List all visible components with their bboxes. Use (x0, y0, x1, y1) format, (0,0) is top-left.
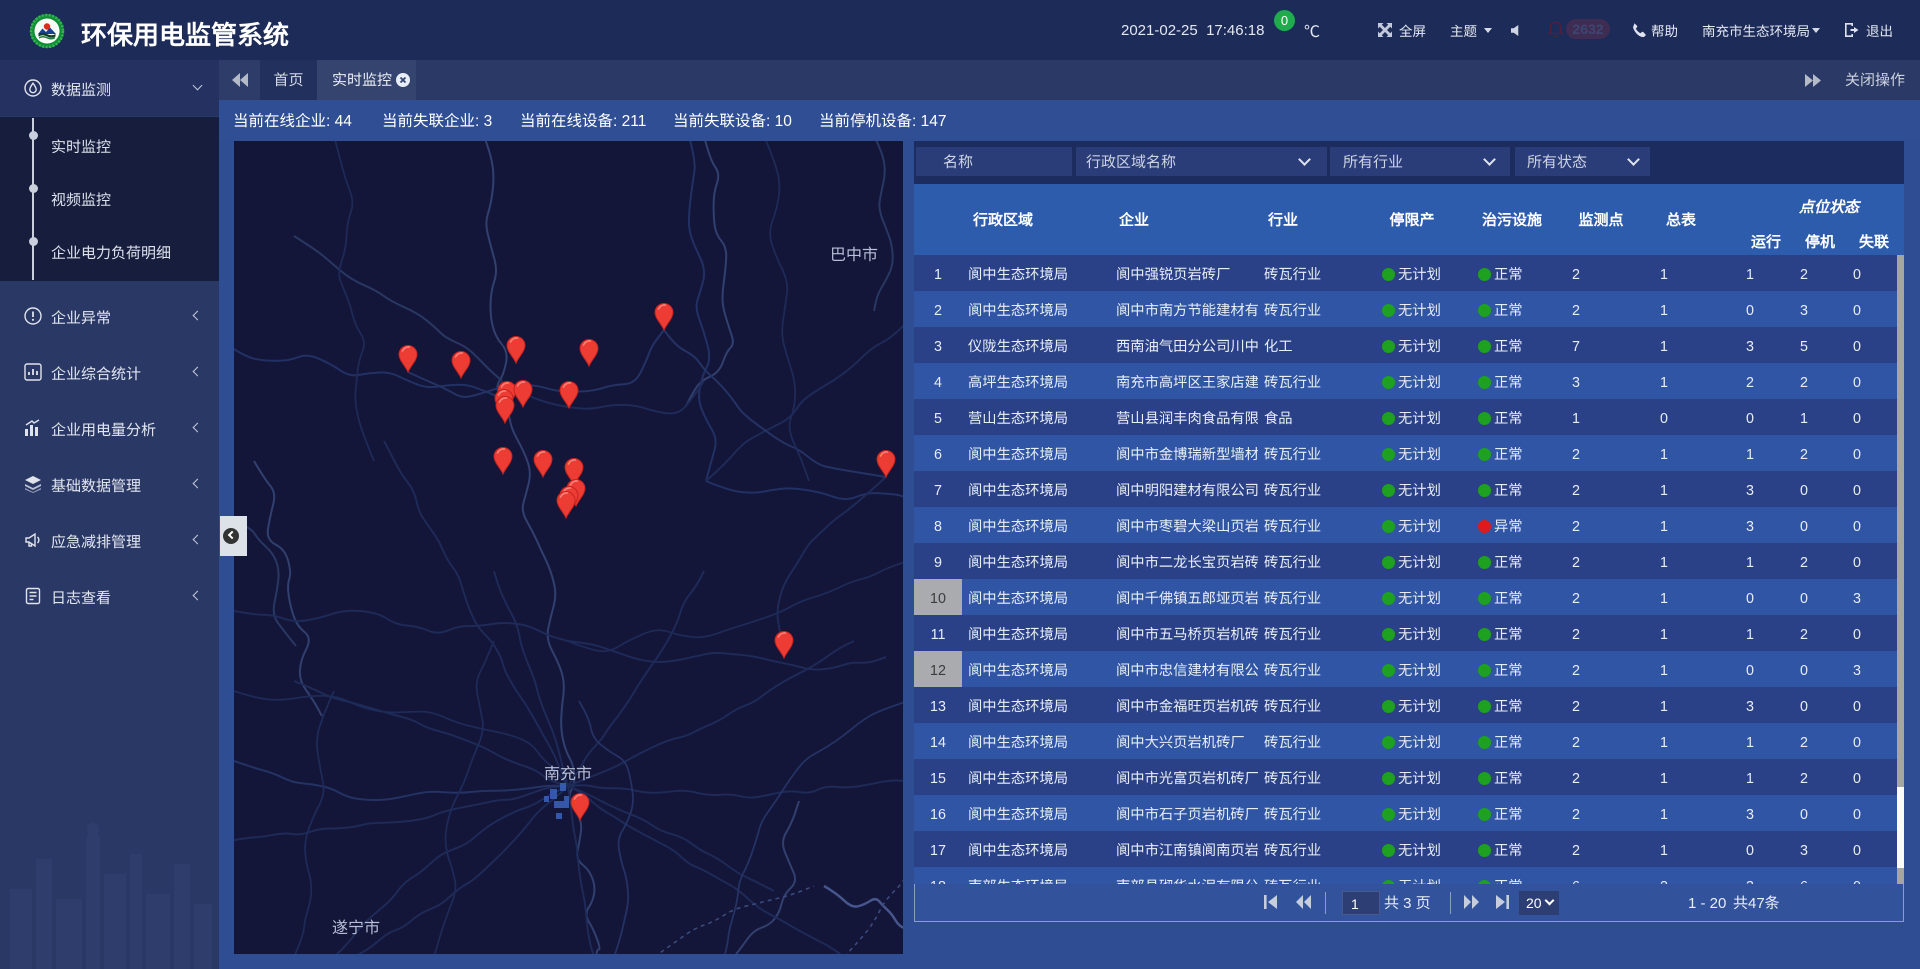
svg-text:南充市: 南充市 (544, 765, 592, 783)
svg-text:遂宁市: 遂宁市 (332, 919, 380, 937)
svg-text:巴中市: 巴中市 (830, 246, 878, 264)
